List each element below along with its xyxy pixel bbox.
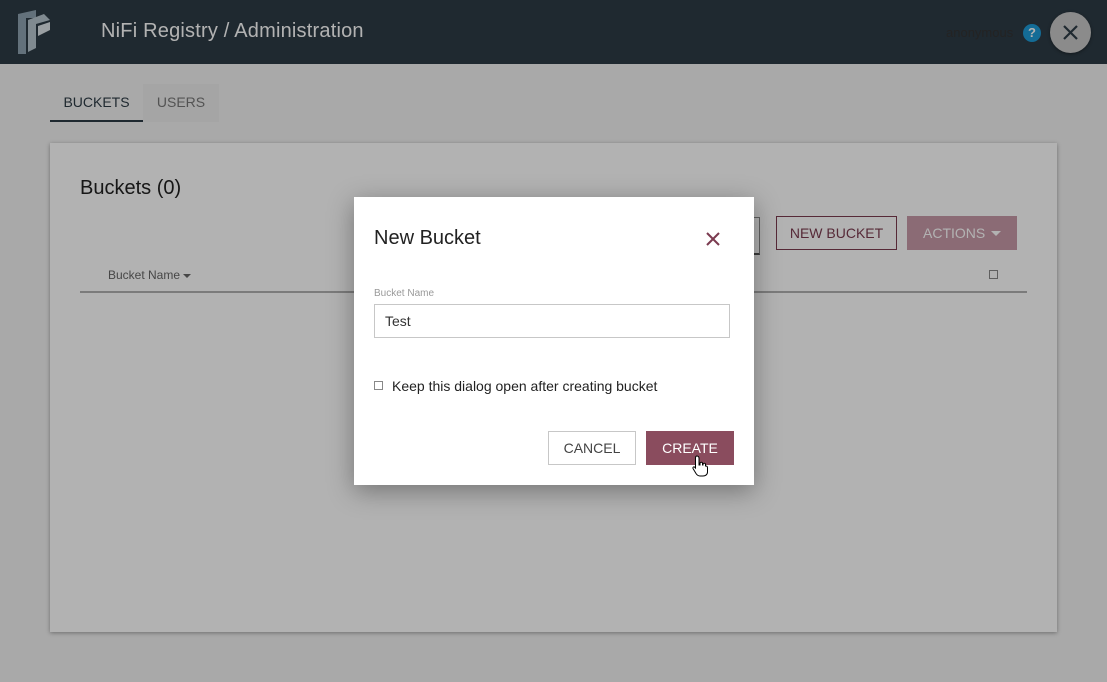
keep-open-label[interactable]: Keep this dialog open after creating buc…: [392, 378, 657, 394]
dialog-title: New Bucket: [374, 227, 481, 249]
bucket-name-input[interactable]: Test: [374, 304, 730, 338]
keep-open-checkbox[interactable]: [374, 381, 383, 390]
bucket-name-label: Bucket Name: [374, 288, 435, 299]
hand-cursor-icon: [692, 455, 708, 477]
cancel-button[interactable]: CANCEL: [548, 431, 636, 465]
create-button[interactable]: CREATE: [646, 431, 734, 465]
new-bucket-dialog: New Bucket Bucket Name Test Keep this di…: [354, 197, 754, 485]
close-icon[interactable]: [704, 230, 722, 248]
